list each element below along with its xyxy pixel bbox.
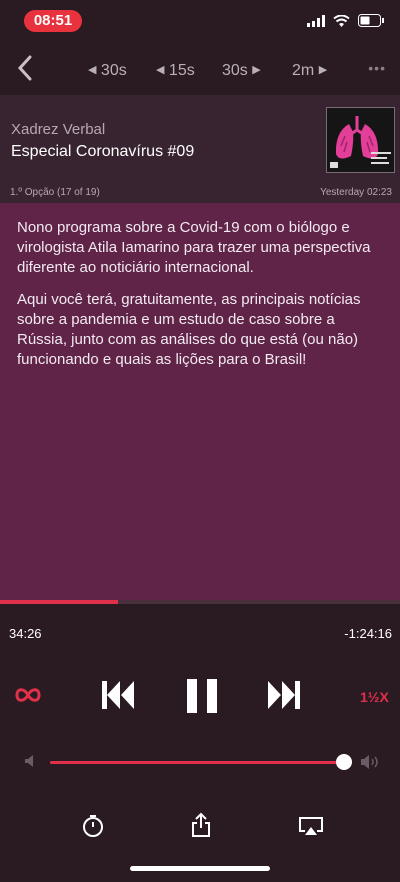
skip-back-30-button[interactable]: ◀ 30s [88,62,127,80]
previous-track-icon[interactable] [101,680,135,710]
volume-slider[interactable] [50,754,352,770]
volume-low-icon [25,755,33,767]
podcast-name[interactable]: Xadrez Verbal [11,121,105,138]
status-time: 08:51 [24,10,82,32]
episode-date: Yesterday 02:23 [320,187,392,198]
volume-high-icon [361,755,378,769]
episode-notes[interactable]: Nono programa sobre a Covid-19 com o bió… [0,203,400,601]
player-navbar: ◀ 30s ◀ 15s 30s ▶ 2m ▶ ••• [0,52,400,92]
wifi-icon [333,14,350,27]
airplay-icon[interactable] [298,816,324,836]
home-indicator[interactable] [130,866,270,871]
notes-paragraph: Aqui você terá, gratuitamente, as princi… [17,291,361,368]
volume-control [0,752,400,772]
triangle-right-icon: ▶ [252,64,261,76]
share-icon[interactable] [191,812,211,838]
volume-knob[interactable] [336,754,352,770]
episode-position: 1.º Opção (17 of 19) [10,187,100,198]
bottom-toolbar [0,812,400,842]
triangle-left-icon: ◀ [88,64,97,76]
continuous-play-icon[interactable] [14,685,42,705]
episode-title: Especial Coronavírus #09 [11,143,195,160]
elapsed-time: 34:26 [9,626,42,641]
status-icons [307,14,384,27]
pause-icon[interactable] [186,678,218,714]
more-options-button[interactable]: ••• [368,60,386,76]
triangle-right-icon: ▶ [318,64,328,76]
skip-forward-30-button[interactable]: 30s ▶ [222,62,261,80]
progress-fill [0,600,118,604]
playback-progress-bar[interactable] [0,600,400,604]
next-track-icon[interactable] [267,680,301,710]
remaining-time: -1:24:16 [344,626,392,641]
battery-icon [358,14,384,27]
triangle-left-icon: ◀ [156,64,165,76]
volume-fill [50,761,344,764]
skip-back-15-button[interactable]: ◀ 15s [156,62,195,80]
lungs-artwork-icon [327,108,394,172]
back-chevron-icon[interactable] [14,54,38,82]
notes-paragraph: Nono programa sobre a Covid-19 com o bió… [17,219,371,276]
episode-header: Xadrez Verbal Especial Coronavírus #09 1… [0,95,400,203]
playback-controls: 1½X [0,672,400,722]
podcast-artwork[interactable] [326,107,395,173]
cellular-signal-icon [307,14,325,27]
status-bar: 08:51 [0,0,400,44]
sleep-timer-icon[interactable] [82,814,104,838]
skip-forward-2m-button[interactable]: 2m ▶ [292,62,327,80]
playback-speed-button[interactable]: 1½X [360,689,389,705]
